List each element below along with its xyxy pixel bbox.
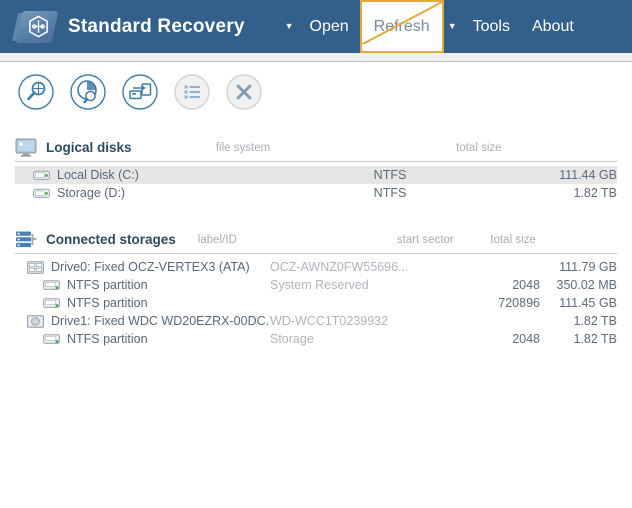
toolbar bbox=[0, 62, 632, 122]
storage-row-total-size: 111.45 GB bbox=[559, 296, 617, 310]
col-head-storage-total-size: total size bbox=[490, 233, 536, 246]
storage-row-label-id: Storage bbox=[270, 332, 314, 346]
app-logo bbox=[12, 7, 59, 47]
drive-icon bbox=[33, 170, 50, 180]
app-header: Standard Recovery ▼ Open Refresh ▼ Tools… bbox=[0, 0, 632, 53]
storage-row-name: NTFS partition bbox=[15, 296, 270, 310]
menu-item-refresh[interactable]: Refresh bbox=[359, 0, 444, 53]
logical-disk-name: Local Disk (C:) bbox=[15, 168, 310, 182]
col-head-file-system: file system bbox=[215, 141, 271, 154]
open-caret-icon[interactable]: ▼ bbox=[285, 22, 294, 31]
storage-drive-row[interactable]: Drive0: Fixed OCZ-VERTEX3 (ATA) OCZ-AWNZ… bbox=[15, 258, 617, 276]
ssd-grid-icon bbox=[27, 260, 44, 274]
storage-row-start-sector: 2048 bbox=[512, 332, 540, 346]
refresh-caret-icon[interactable]: ▼ bbox=[448, 22, 457, 31]
logical-disks-header: Logical disks file system total size bbox=[15, 136, 617, 162]
stacked-disks-icon bbox=[16, 231, 37, 248]
logical-disks-title: Logical disks bbox=[46, 140, 132, 155]
logical-disk-total-size: 1.82 TB bbox=[573, 186, 617, 200]
col-head-label-id: label/ID bbox=[197, 233, 237, 246]
storage-row-label-id: WD-WCC1T0239932 bbox=[270, 314, 389, 328]
storage-row-total-size: 111.79 GB bbox=[559, 260, 617, 274]
content-area: Logical disks file system total size Loc… bbox=[0, 136, 632, 348]
main-menu: ▼ Open Refresh ▼ Tools About bbox=[283, 0, 585, 53]
folder-hexagon-logo-icon bbox=[29, 15, 48, 37]
connected-storages-header: Connected storages label/ID start sector… bbox=[15, 228, 617, 254]
section-logical-disks: Logical disks file system total size Loc… bbox=[15, 136, 617, 202]
scan-icon[interactable] bbox=[17, 73, 55, 111]
logical-disk-total-size: 111.44 GB bbox=[559, 168, 617, 182]
logical-disk-file-system: NTFS bbox=[373, 168, 407, 182]
hdd-platter-icon bbox=[27, 314, 44, 328]
storage-row-label: Drive0: Fixed OCZ-VERTEX3 (ATA) bbox=[51, 260, 250, 274]
storage-row-label: NTFS partition bbox=[67, 332, 148, 346]
menu-item-tools[interactable]: Tools bbox=[462, 0, 521, 53]
logical-disk-name: Storage (D:) bbox=[15, 186, 310, 200]
logical-disks-rows: Local Disk (C:) NTFS 111.44 GB Storage (… bbox=[15, 162, 617, 202]
logical-disk-file-system: NTFS bbox=[373, 186, 407, 200]
storage-row-total-size: 1.82 TB bbox=[573, 314, 617, 328]
storage-row-name: Drive1: Fixed WDC WD20EZRX-00DC... bbox=[15, 314, 270, 328]
app-title: Standard Recovery bbox=[68, 15, 245, 37]
toolbar-separator-band bbox=[0, 53, 632, 62]
logical-disk-row[interactable]: Storage (D:) NTFS 1.82 TB bbox=[15, 184, 617, 202]
connected-storages-title: Connected storages bbox=[46, 232, 176, 247]
menu-item-open[interactable]: Open bbox=[299, 0, 360, 53]
storage-row-name: NTFS partition bbox=[15, 332, 270, 346]
close-icon bbox=[226, 74, 262, 110]
col-head-start-sector: start sector bbox=[396, 233, 454, 246]
col-head-logical-total-size: total size bbox=[456, 141, 502, 154]
storage-row-start-sector: 2048 bbox=[512, 278, 540, 292]
storage-row-label: NTFS partition bbox=[67, 296, 148, 310]
storage-partition-row[interactable]: NTFS partition 720896 111.45 GB bbox=[15, 294, 617, 312]
connected-storages-rows: Drive0: Fixed OCZ-VERTEX3 (ATA) OCZ-AWNZ… bbox=[15, 254, 617, 348]
drive-icon bbox=[33, 188, 50, 198]
storage-row-name: Drive0: Fixed OCZ-VERTEX3 (ATA) bbox=[15, 260, 270, 274]
storage-row-label: NTFS partition bbox=[67, 278, 148, 292]
storage-row-total-size: 350.02 MB bbox=[556, 278, 617, 292]
storage-partition-row[interactable]: NTFS partition System Reserved 2048 350.… bbox=[15, 276, 617, 294]
logical-disk-label: Local Disk (C:) bbox=[57, 168, 139, 182]
monitor-icon bbox=[15, 138, 37, 157]
storage-row-label: Drive1: Fixed WDC WD20EZRX-00DC... bbox=[51, 314, 270, 328]
disk-copy-icon[interactable] bbox=[121, 73, 159, 111]
list-view-icon bbox=[174, 74, 210, 110]
partition-icon bbox=[43, 297, 60, 308]
storage-row-start-sector: 720896 bbox=[498, 296, 540, 310]
storage-drive-row[interactable]: Drive1: Fixed WDC WD20EZRX-00DC... WD-WC… bbox=[15, 312, 617, 330]
storage-row-total-size: 1.82 TB bbox=[573, 332, 617, 346]
partition-icon bbox=[43, 333, 60, 344]
logical-disk-row[interactable]: Local Disk (C:) NTFS 111.44 GB bbox=[15, 166, 617, 184]
menu-item-about[interactable]: About bbox=[521, 0, 585, 53]
storage-row-name: NTFS partition bbox=[15, 278, 270, 292]
section-connected-storages: Connected storages label/ID start sector… bbox=[15, 228, 617, 348]
storage-row-label-id: System Reserved bbox=[270, 278, 369, 292]
menu-item-refresh-label: Refresh bbox=[373, 18, 430, 35]
storage-partition-row[interactable]: NTFS partition Storage 2048 1.82 TB bbox=[15, 330, 617, 348]
disk-analyze-icon[interactable] bbox=[69, 73, 107, 111]
storage-row-label-id: OCZ-AWNZ0FW55696... bbox=[270, 260, 409, 274]
logical-disk-label: Storage (D:) bbox=[57, 186, 126, 200]
partition-icon bbox=[43, 279, 60, 290]
